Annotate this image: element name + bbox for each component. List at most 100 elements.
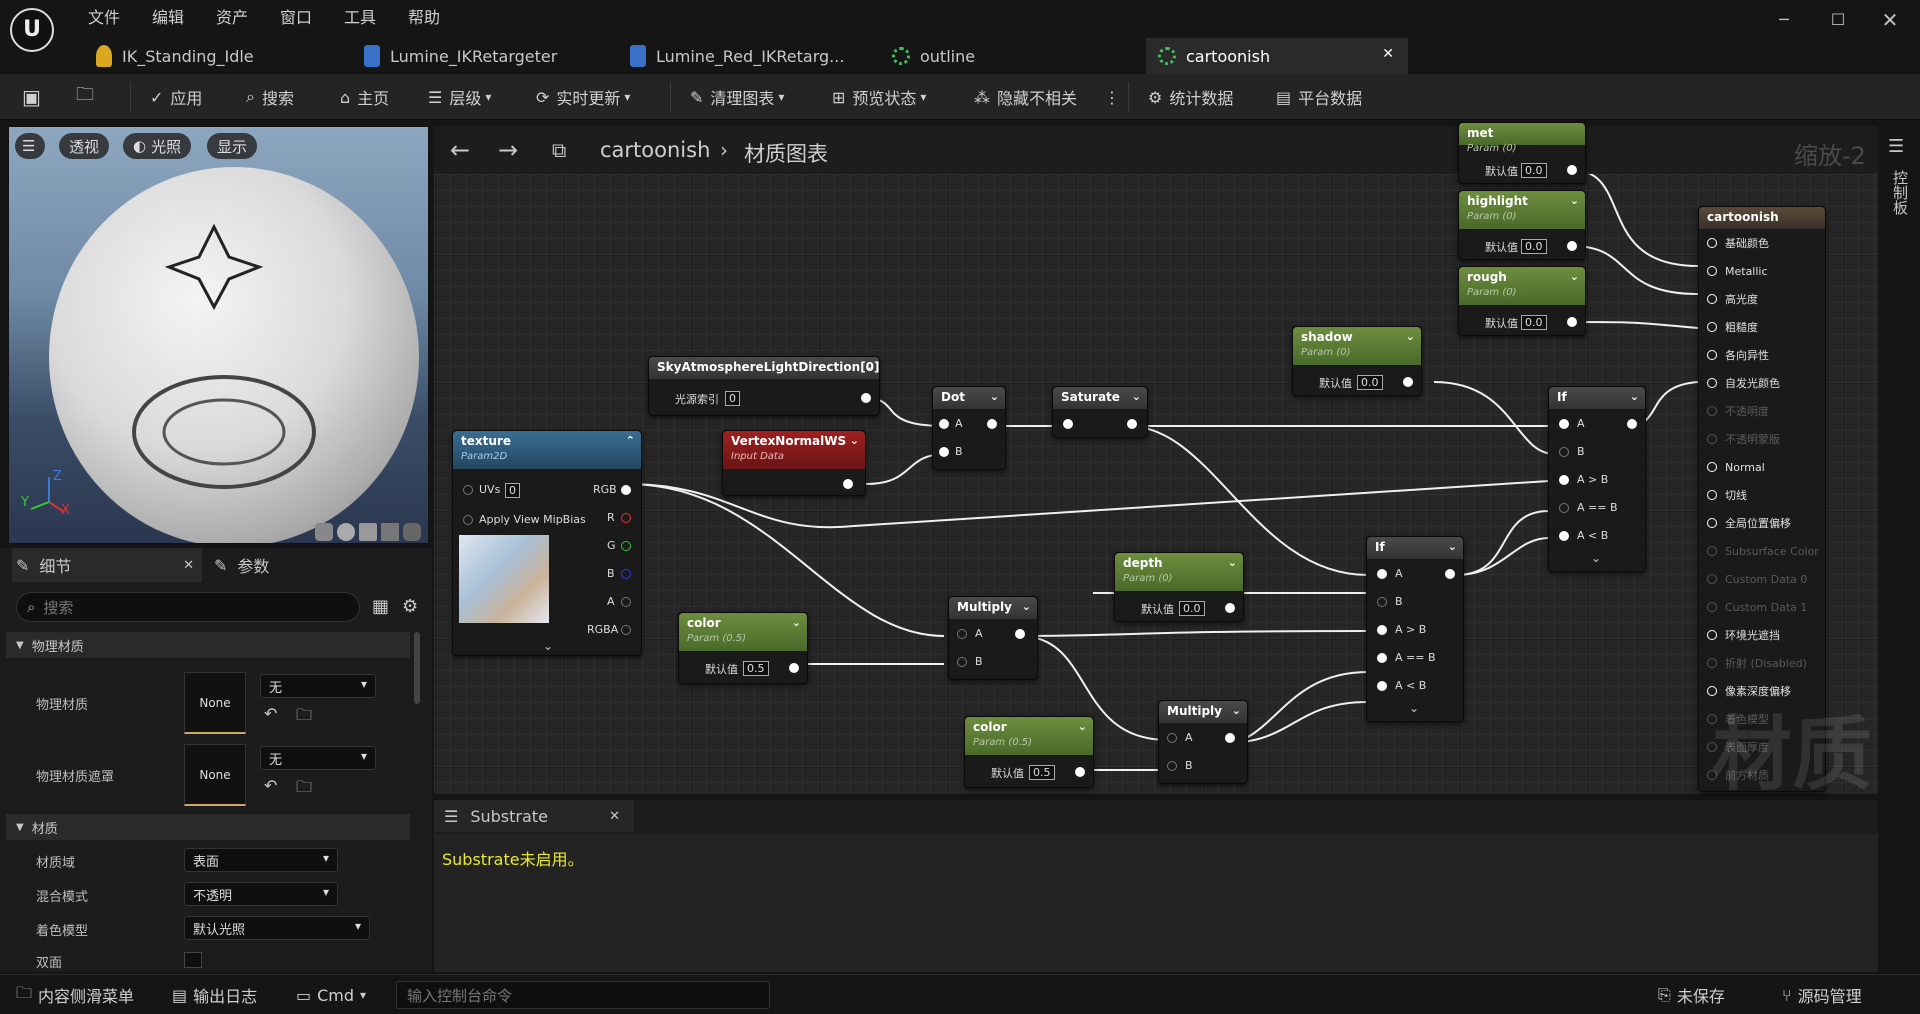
cube-icon[interactable] bbox=[381, 523, 399, 541]
input-pin[interactable] bbox=[1377, 625, 1387, 635]
plane-icon[interactable] bbox=[359, 523, 377, 541]
result-pin-row[interactable]: 切线 bbox=[1707, 487, 1747, 503]
result-input-pin[interactable] bbox=[1707, 602, 1717, 612]
hide-unrelated-button[interactable]: ⁂ 隐藏不相关 bbox=[974, 82, 1077, 112]
menu-file[interactable]: 文件 bbox=[88, 4, 120, 28]
close-tab-icon[interactable]: ✕ bbox=[609, 809, 620, 824]
node-met[interactable]: met Param (0) 默认值 0.0 bbox=[1458, 122, 1586, 184]
output-pin[interactable] bbox=[1567, 165, 1577, 175]
viewport-menu-icon[interactable]: ☰ bbox=[15, 133, 45, 159]
palette-menu-icon[interactable]: ☰ bbox=[1888, 136, 1904, 157]
home-button[interactable]: ⌂ 主页 bbox=[340, 82, 389, 112]
default-value[interactable]: 0.0 bbox=[1357, 375, 1383, 390]
tab-outline[interactable]: outline bbox=[880, 38, 1142, 74]
input-pin[interactable] bbox=[1377, 569, 1387, 579]
input-pin-a[interactable] bbox=[939, 419, 949, 429]
input-pin[interactable] bbox=[1377, 597, 1387, 607]
node-shadow[interactable]: shadow Param (0) ⌄ 默认值 0.0 bbox=[1292, 326, 1422, 396]
result-input-pin[interactable] bbox=[1707, 546, 1717, 556]
settings-gear-icon[interactable]: ⚙ bbox=[402, 596, 418, 617]
result-input-pin[interactable] bbox=[1707, 406, 1717, 416]
node-if-2[interactable]: If ⌄ A B A > B A == B A < B ⌄ bbox=[1366, 536, 1464, 722]
r-output-pin[interactable] bbox=[621, 513, 631, 523]
output-pin[interactable] bbox=[987, 419, 997, 429]
output-pin[interactable] bbox=[1403, 377, 1413, 387]
result-pin-row[interactable]: 不透明度 bbox=[1707, 403, 1769, 419]
output-pin[interactable] bbox=[1567, 317, 1577, 327]
search-button[interactable]: ⌕ 搜索 bbox=[246, 82, 294, 112]
menu-window[interactable]: 窗口 bbox=[280, 4, 312, 28]
source-control-button[interactable]: ⑂ 源码管理 bbox=[1782, 983, 1862, 1007]
output-pin[interactable] bbox=[789, 663, 799, 673]
section-material[interactable]: ▼ 材质 bbox=[6, 814, 410, 840]
menu-help[interactable]: 帮助 bbox=[408, 4, 440, 28]
result-pin-row[interactable]: 全局位置偏移 bbox=[1707, 515, 1791, 531]
close-tab-icon[interactable]: ✕ bbox=[1382, 46, 1394, 62]
result-input-pin[interactable] bbox=[1707, 322, 1717, 332]
input-pin[interactable] bbox=[1559, 419, 1569, 429]
menu-asset[interactable]: 资产 bbox=[216, 4, 248, 28]
chevron-down-icon[interactable]: ⌄ bbox=[792, 616, 801, 629]
input-pin-b[interactable] bbox=[957, 657, 967, 667]
result-pin-row[interactable]: 高光度 bbox=[1707, 291, 1758, 307]
default-value[interactable]: 0.0 bbox=[1179, 601, 1205, 616]
phys-mat-thumbnail[interactable]: None bbox=[184, 672, 246, 734]
result-pin-row[interactable]: 各向异性 bbox=[1707, 347, 1769, 363]
input-pin-b[interactable] bbox=[1167, 761, 1177, 771]
output-pin[interactable] bbox=[1127, 419, 1137, 429]
result-input-pin[interactable] bbox=[1707, 658, 1717, 668]
input-pin[interactable] bbox=[1559, 475, 1569, 485]
output-pin[interactable] bbox=[1225, 733, 1235, 743]
result-input-pin[interactable] bbox=[1707, 630, 1717, 640]
node-texture[interactable]: texture Param2D ⌃ UVs 0 Apply View MipBias… bbox=[452, 430, 642, 656]
show-button[interactable]: 显示 bbox=[207, 133, 258, 159]
result-pin-row[interactable]: 环境光遮挡 bbox=[1707, 627, 1780, 643]
input-pin[interactable] bbox=[1063, 419, 1073, 429]
chevron-down-icon[interactable]: ⌄ bbox=[1232, 704, 1241, 717]
output-pin[interactable] bbox=[861, 393, 871, 403]
default-value[interactable]: 0.5 bbox=[1029, 765, 1055, 780]
node-depth[interactable]: depth Param (0) ⌄ 默认值 0.0 bbox=[1114, 552, 1244, 622]
result-input-pin[interactable] bbox=[1707, 378, 1717, 388]
rgb-output-pin[interactable] bbox=[621, 485, 631, 495]
lit-button[interactable]: ◐ 光照 bbox=[123, 133, 192, 159]
uvs-pin[interactable] bbox=[463, 485, 473, 495]
chevron-down-icon[interactable]: ⌄ bbox=[990, 390, 999, 403]
stats-button[interactable]: ⚙ 统计数据 bbox=[1148, 82, 1233, 112]
apply-button[interactable]: ✓ 应用 bbox=[150, 82, 202, 112]
result-pin-row[interactable]: 不透明蒙版 bbox=[1707, 431, 1780, 447]
chevron-down-icon[interactable]: ⌄ bbox=[1570, 194, 1579, 207]
phys-mask-thumbnail[interactable]: None bbox=[184, 744, 246, 806]
default-value[interactable]: 0.5 bbox=[743, 661, 769, 676]
close-tab-icon[interactable]: ✕ bbox=[183, 558, 194, 573]
live-update-button[interactable]: ⟳ 实时更新 ▾ bbox=[536, 82, 630, 112]
chevron-down-icon[interactable]: ⌄ bbox=[1228, 556, 1237, 569]
details-scrollbar[interactable] bbox=[414, 632, 420, 704]
teapot-icon[interactable] bbox=[403, 523, 421, 541]
default-value[interactable]: 0.0 bbox=[1521, 315, 1547, 330]
b-output-pin[interactable] bbox=[621, 569, 631, 579]
result-pin-row[interactable]: Metallic bbox=[1707, 263, 1768, 279]
two-sided-checkbox[interactable] bbox=[184, 952, 202, 968]
output-pin[interactable] bbox=[843, 479, 853, 489]
node-sky-atmosphere[interactable]: SkyAtmosphereLightDirection[0] ⌄ 光源索引 0 bbox=[648, 356, 880, 416]
chevron-down-icon[interactable]: ⌄ bbox=[850, 434, 859, 447]
preview-state-button[interactable]: ⊞ 预览状态 ▾ bbox=[832, 82, 926, 112]
chevron-down-icon[interactable]: ⌄ bbox=[1630, 390, 1639, 403]
node-saturate[interactable]: Saturate ⌄ bbox=[1052, 386, 1148, 438]
graph-title[interactable]: cartoonish bbox=[600, 138, 710, 162]
tab-lumine-ikretargeter[interactable]: Lumine_IKRetargeter bbox=[352, 38, 614, 74]
default-value[interactable]: 0.0 bbox=[1521, 163, 1547, 178]
menu-edit[interactable]: 编辑 bbox=[152, 4, 184, 28]
reset-arrow-icon[interactable]: ↶ bbox=[264, 776, 277, 795]
forward-arrow-icon[interactable]: → bbox=[498, 136, 518, 164]
tab-params[interactable]: ✎ 参数 bbox=[214, 548, 404, 582]
cylinder-icon[interactable] bbox=[315, 523, 333, 541]
input-pin-a[interactable] bbox=[1167, 733, 1177, 743]
tab-ik-standing-idle[interactable]: IK_Standing_Idle bbox=[84, 38, 344, 74]
result-pin-row[interactable]: Custom Data 0 bbox=[1707, 571, 1807, 587]
more-options-icon[interactable]: ⋮ bbox=[1104, 82, 1120, 112]
output-pin[interactable] bbox=[1075, 767, 1085, 777]
g-output-pin[interactable] bbox=[621, 541, 631, 551]
material-graph-canvas[interactable] bbox=[434, 126, 1878, 794]
